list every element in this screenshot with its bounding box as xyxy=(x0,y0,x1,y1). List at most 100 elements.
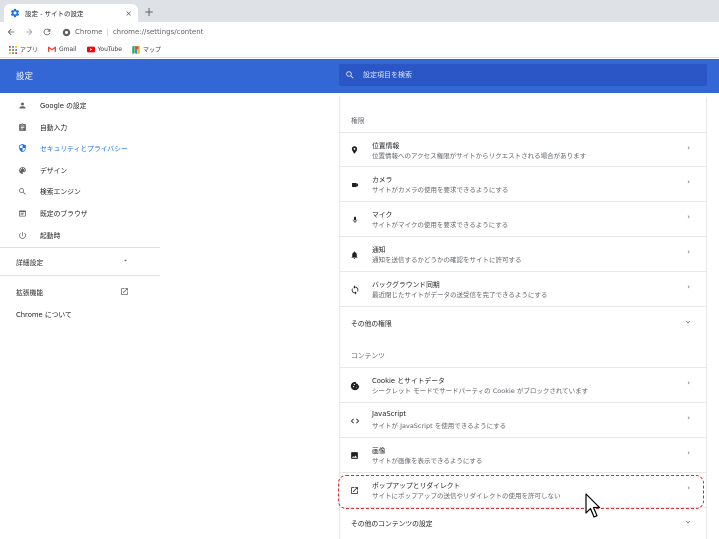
sidebar-divider xyxy=(0,247,160,248)
sidebar-item-label: デザイン xyxy=(40,167,68,175)
mic-icon xyxy=(349,214,360,225)
content-row-images[interactable]: 画像 サイトが画像を表示できるようにする › xyxy=(340,437,706,472)
sidebar-item-about-chrome[interactable]: Chrome について xyxy=(16,309,72,319)
youtube-icon xyxy=(86,46,95,54)
permission-row-background-sync[interactable]: バックグラウンド同期 最近閉じたサイトがデータの送受信を完了できるようにする › xyxy=(340,271,706,306)
chevron-down-icon xyxy=(684,318,692,326)
search-placeholder: 設定項目を検索 xyxy=(363,71,412,79)
sidebar-advanced-toggle[interactable]: 詳細設定 xyxy=(16,257,129,267)
open-in-new-icon xyxy=(120,287,129,298)
permissions-section-title: 権限 xyxy=(351,117,365,125)
row-description: サイトがマイクの使用を要求できるようにする xyxy=(372,221,509,229)
row-title: JavaScript xyxy=(372,410,407,418)
bookmark-label: Gmail xyxy=(59,46,77,53)
row-title: バックグラウンド同期 xyxy=(372,281,440,289)
back-icon[interactable] xyxy=(4,25,18,39)
row-title: Cookie とサイトデータ xyxy=(372,377,445,385)
row-description: 通知を送信するかどうかの確認をサイトに許可する xyxy=(372,256,522,264)
chevron-right-icon: › xyxy=(687,379,690,387)
tab-close-icon[interactable]: × xyxy=(125,9,132,18)
extensions-label: 拡張機能 xyxy=(16,289,44,297)
sidebar-item-label: Google の設定 xyxy=(40,102,87,110)
tab-title: 設定 - サイトの設定 xyxy=(25,10,84,18)
row-description: 最近閉じたサイトがデータの送受信を完了できるようにする xyxy=(372,291,548,299)
sidebar-item-label: 起動時 xyxy=(40,232,61,240)
site-label: Chrome xyxy=(75,28,103,36)
content-row-cookies[interactable]: Cookie とサイトデータ シークレット モードでサードパーティの Cooki… xyxy=(340,367,706,402)
address-bar[interactable]: Chrome | chrome://settings/content xyxy=(62,28,203,37)
maps-icon xyxy=(132,45,140,54)
browser-icon xyxy=(17,208,27,218)
new-tab-button[interactable]: + xyxy=(144,5,154,19)
chevron-right-icon: › xyxy=(687,248,690,256)
bookmark-maps[interactable]: マップ xyxy=(132,45,161,54)
settings-gear-icon xyxy=(10,8,20,18)
bell-icon xyxy=(349,249,360,260)
more-permissions-toggle[interactable]: その他の権限 xyxy=(340,306,706,336)
clipboard-icon xyxy=(17,122,27,132)
row-description: サイトが画像を表示できるようにする xyxy=(372,457,483,465)
forward-icon[interactable] xyxy=(22,25,36,39)
tab-strip: 設定 - サイトの設定 × + xyxy=(0,0,719,22)
row-description: 位置情報へのアクセス権限がサイトからリクエストされる場合があります xyxy=(372,152,587,160)
bookmark-apps[interactable]: アプリ xyxy=(9,45,38,54)
page-title: 設定 xyxy=(16,72,34,82)
palette-icon xyxy=(17,165,27,175)
advanced-label: 詳細設定 xyxy=(16,259,44,267)
bookmark-gmail[interactable]: Gmail xyxy=(48,46,77,54)
sidebar-item-label: 既定のブラウザ xyxy=(40,210,88,218)
permission-row-notifications[interactable]: 通知 通知を送信するかどうかの確認をサイトに許可する › xyxy=(340,236,706,271)
url-separator: | xyxy=(106,28,109,36)
row-title: カメラ xyxy=(372,176,393,184)
reload-icon[interactable] xyxy=(40,25,54,39)
row-title: 画像 xyxy=(372,447,386,455)
permission-row-location[interactable]: 位置情報 位置情報へのアクセス権限がサイトからリクエストされる場合があります › xyxy=(340,132,706,166)
sidebar-item-label: セキュリティとプライバシー xyxy=(40,145,128,153)
content-row-javascript[interactable]: JavaScript サイトが JavaScript を使用できるようにする › xyxy=(340,402,706,437)
search-icon xyxy=(345,70,355,80)
apps-icon xyxy=(9,45,17,54)
camera-icon xyxy=(349,179,360,190)
shield-icon xyxy=(17,143,27,153)
chevron-right-icon: › xyxy=(687,449,690,457)
about-label: Chrome について xyxy=(16,311,72,319)
bookmarks-bar: アプリ Gmail YouTube マップ xyxy=(0,42,719,58)
code-icon xyxy=(349,415,360,426)
url-text: chrome://settings/content xyxy=(112,28,204,36)
more-permissions-label: その他の権限 xyxy=(351,320,392,328)
row-title: 位置情報 xyxy=(372,142,400,150)
sync-icon xyxy=(349,284,360,295)
dropdown-arrow-icon xyxy=(122,257,129,267)
power-icon xyxy=(17,230,27,240)
row-description: サイトが JavaScript を使用できるようにする xyxy=(372,422,507,430)
permission-row-microphone[interactable]: マイク サイトがマイクの使用を要求できるようにする › xyxy=(340,201,706,236)
browser-toolbar: Chrome | chrome://settings/content xyxy=(0,22,719,42)
chevron-right-icon: › xyxy=(687,178,690,186)
permission-row-camera[interactable]: カメラ サイトがカメラの使用を要求できるようにする › xyxy=(340,166,706,201)
search-icon xyxy=(17,186,27,196)
row-title: マイク xyxy=(372,211,393,219)
image-icon xyxy=(349,450,360,461)
bookmark-label: アプリ xyxy=(20,47,39,54)
sidebar-item-label: 自動入力 xyxy=(40,124,68,132)
highlight-annotation xyxy=(338,475,704,509)
chevron-right-icon: › xyxy=(687,213,690,221)
location-icon xyxy=(349,144,360,155)
row-title: 通知 xyxy=(372,246,386,254)
content-section-title: コンテンツ xyxy=(351,352,385,360)
sidebar-item-extensions[interactable]: 拡張機能 xyxy=(16,287,129,298)
bookmark-youtube[interactable]: YouTube xyxy=(86,46,122,54)
chevron-right-icon: › xyxy=(687,283,690,291)
site-settings-card: 権限 位置情報 位置情報へのアクセス権限がサイトからリクエストされる場合がありま… xyxy=(339,97,707,539)
chevron-right-icon: › xyxy=(687,414,690,422)
more-content-settings-toggle[interactable]: その他のコンテンツの設定 xyxy=(340,507,706,535)
row-description: サイトがカメラの使用を要求できるようにする xyxy=(372,186,509,194)
mouse-cursor-icon xyxy=(585,493,603,519)
settings-search-input[interactable]: 設定項目を検索 xyxy=(339,64,707,86)
bookmark-label: YouTube xyxy=(97,46,122,53)
gmail-icon xyxy=(48,46,57,54)
chrome-site-icon xyxy=(62,28,71,37)
chevron-right-icon: › xyxy=(687,144,690,152)
browser-tab[interactable]: 設定 - サイトの設定 × xyxy=(4,4,138,22)
more-content-label: その他のコンテンツの設定 xyxy=(351,520,433,528)
